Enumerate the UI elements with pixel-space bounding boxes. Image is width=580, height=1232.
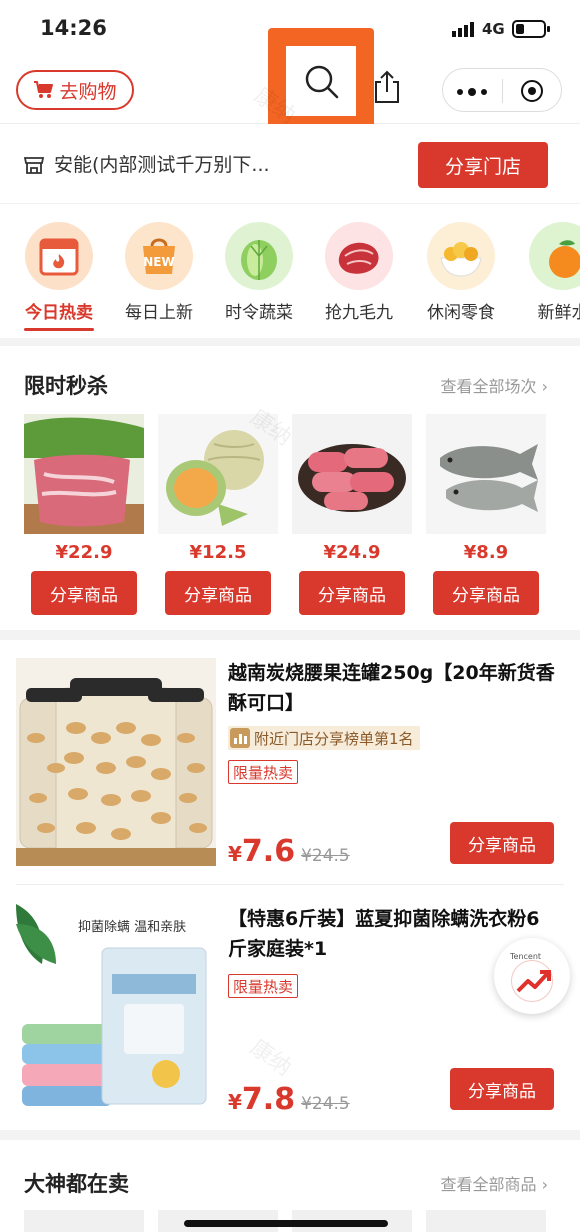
trend-up-icon xyxy=(511,960,553,1002)
calendar-fire-icon xyxy=(25,222,93,290)
flash-item[interactable]: ¥12.5 分享商品 xyxy=(158,414,278,615)
category-99-cents[interactable]: 抢九毛九 xyxy=(314,222,404,323)
store-name[interactable]: 安能(内部测试千万别下... xyxy=(54,150,270,177)
currency-symbol: ¥ xyxy=(228,1090,242,1114)
product-image-caption: 抑菌除螨 温和亲肤 xyxy=(78,920,187,935)
flash-price: ¥12.5 xyxy=(189,542,247,563)
product-card[interactable]: 越南炭烧腰果连罐250g【20年新货香酥可口】 附近门店分享榜单第1名 限量热卖… xyxy=(0,640,580,885)
flash-item[interactable]: ¥8.9 分享商品 xyxy=(426,414,546,615)
product-card[interactable]: 抑菌除螨 温和亲肤 【特惠6斤装】蓝夏抑菌除螨洗衣粉6斤家庭装*1 限量热卖 ¥… xyxy=(0,886,580,1130)
price-value: 7.8 xyxy=(241,1082,296,1117)
cabbage-icon xyxy=(225,222,293,290)
view-all-sessions-label: 查看全部场次 xyxy=(440,377,537,396)
top-sellers-title: 大神都在卖 xyxy=(24,1172,129,1196)
divider xyxy=(16,884,564,885)
category-snacks[interactable]: 休闲零食 xyxy=(416,222,506,323)
original-price: ¥24.5 xyxy=(301,1094,350,1114)
snack-bowl-icon xyxy=(427,222,495,290)
network-type: 4G xyxy=(482,20,505,38)
product-price: ¥7.6 ¥24.5 xyxy=(228,834,350,869)
category-strip: 今日热卖 NEW 每日上新 时令蔬菜 抢九毛九 休闲零食 新鲜 xyxy=(0,204,580,338)
orange-icon xyxy=(529,222,580,290)
view-all-products-label: 查看全部商品 xyxy=(440,1175,537,1194)
cashew-jar-image xyxy=(16,658,216,866)
view-all-products-link[interactable]: 查看全部商品 › xyxy=(441,1171,549,1195)
close-program-icon[interactable] xyxy=(521,80,543,102)
category-label: 休闲零食 xyxy=(427,303,495,323)
search-button-highlight[interactable] xyxy=(268,28,374,136)
original-price: ¥24.5 xyxy=(301,846,350,866)
flash-price: ¥22.9 xyxy=(55,542,113,563)
status-time: 14:26 xyxy=(40,16,107,40)
category-label: 新鲜水 xyxy=(537,303,580,323)
share-icon[interactable] xyxy=(372,70,402,104)
rank-text: 附近门店分享榜单第1名 xyxy=(254,729,414,748)
meat-icon xyxy=(325,222,393,290)
go-shopping-button[interactable]: 去购物 xyxy=(16,70,134,110)
flash-price: ¥8.9 xyxy=(463,542,509,563)
beef-rolls-image xyxy=(292,414,412,534)
category-seasonal-veg[interactable]: 时令蔬菜 xyxy=(214,222,304,323)
home-indicator[interactable] xyxy=(184,1220,388,1227)
more-icon[interactable] xyxy=(457,88,487,96)
cart-icon xyxy=(34,81,54,98)
product-title: 越南炭烧腰果连罐250g【20年新货香酥可口】 xyxy=(228,662,555,714)
flash-item[interactable]: ¥22.9 分享商品 xyxy=(24,414,144,615)
category-today-hot[interactable]: 今日热卖 xyxy=(14,222,104,331)
category-label: 时令蔬菜 xyxy=(225,303,293,323)
top-sellers-section: 大神都在卖 查看全部商品 › xyxy=(0,1140,580,1232)
flash-sale-title: 限时秒杀 xyxy=(24,374,108,398)
price-value: 7.6 xyxy=(241,834,296,869)
product-thumbnail[interactable] xyxy=(24,1210,144,1232)
share-product-button[interactable]: 分享商品 xyxy=(165,571,271,615)
signal-icon xyxy=(452,22,474,37)
battery-icon xyxy=(512,20,550,38)
store-bar: 安能(内部测试千万别下... 分享门店 xyxy=(0,124,580,204)
search-icon xyxy=(305,65,339,99)
share-product-button[interactable]: 分享商品 xyxy=(433,571,539,615)
product-thumbnail[interactable] xyxy=(426,1210,546,1232)
category-daily-new[interactable]: NEW 每日上新 xyxy=(114,222,204,323)
flash-sale-section: 限时秒杀 查看全部场次 › ¥22.9 分享商品 ¥12.5 分享商品 ¥24.… xyxy=(0,346,580,630)
product-price: ¥7.8 ¥24.5 xyxy=(228,1082,350,1117)
limited-tag: 限量热卖 xyxy=(228,760,299,784)
new-bag-icon: NEW xyxy=(125,222,193,290)
category-label: 今日热卖 xyxy=(25,303,93,323)
store-icon xyxy=(23,157,45,174)
view-all-sessions-link[interactable]: 查看全部场次 › xyxy=(441,373,549,397)
fish-image xyxy=(426,414,546,534)
share-store-button[interactable]: 分享门店 xyxy=(418,142,548,188)
active-underline xyxy=(24,328,94,331)
share-product-button[interactable]: 分享商品 xyxy=(450,1068,554,1110)
category-fresh-fruit[interactable]: 新鲜水 xyxy=(518,222,580,323)
pork-image xyxy=(24,414,144,534)
ranking-icon xyxy=(230,728,250,748)
flash-item[interactable]: ¥24.9 分享商品 xyxy=(292,414,412,615)
go-shopping-label: 去购物 xyxy=(59,80,117,103)
share-product-button[interactable]: 分享商品 xyxy=(299,571,405,615)
product-list: 越南炭烧腰果连罐250g【20年新货香酥可口】 附近门店分享榜单第1名 限量热卖… xyxy=(0,640,580,1130)
mini-program-capsule xyxy=(442,68,562,112)
flash-price: ¥24.9 xyxy=(323,542,381,563)
share-product-button[interactable]: 分享商品 xyxy=(31,571,137,615)
category-label: 抢九毛九 xyxy=(325,303,393,323)
detergent-image: 抑菌除螨 温和亲肤 xyxy=(16,904,216,1112)
category-label: 每日上新 xyxy=(125,303,193,323)
rank-badge: 附近门店分享榜单第1名 xyxy=(228,726,420,750)
svg-text:NEW: NEW xyxy=(143,255,174,269)
share-product-button[interactable]: 分享商品 xyxy=(450,822,554,864)
currency-symbol: ¥ xyxy=(228,842,242,866)
floating-trend-button[interactable]: Tencent xyxy=(494,938,570,1014)
limited-tag: 限量热卖 xyxy=(228,974,299,998)
melon-image xyxy=(158,414,278,534)
